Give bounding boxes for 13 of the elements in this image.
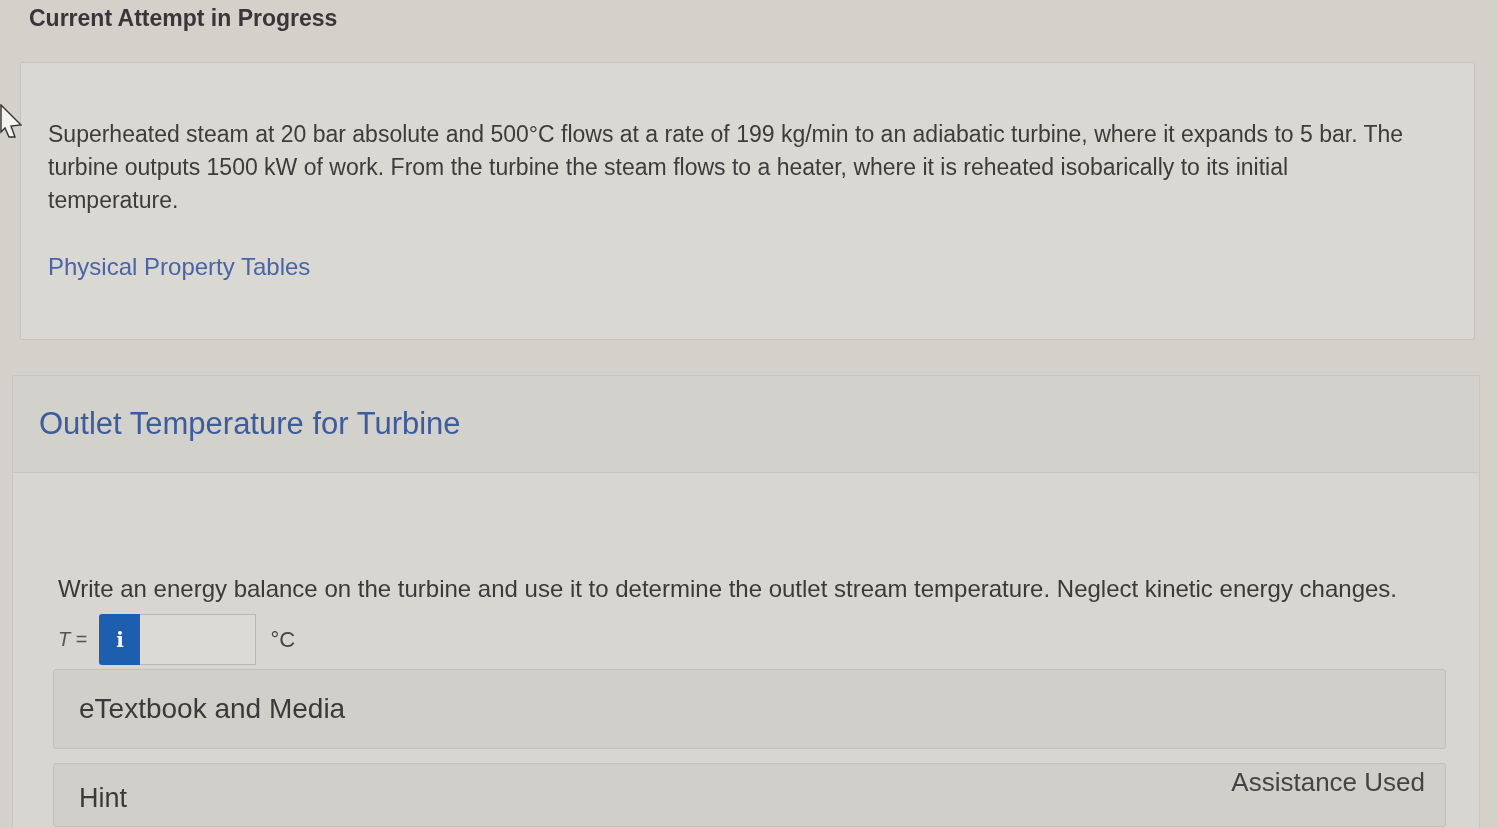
resource-toggle[interactable]: eTextbook and Media: [53, 669, 1446, 749]
answer-field[interactable]: [140, 614, 257, 665]
problem-statement: Superheated steam at 20 bar absolute and 500°C flows at a rate of 199 kg/min to an adiabatic turbine, where it expands to 5 bar. The turbine outputs 1500 kW of work. From the turbine the steam flows to a heater, where it is reheated isobarically to its initial temperature.: [48, 120, 1405, 215]
resource-toggle[interactable]: Hint Assistance Used: [53, 763, 1446, 827]
info-button[interactable]: i: [99, 614, 141, 665]
unit-label: °C: [270, 626, 296, 653]
question-text: Write an energy balance on the turbine and use it to determine the outlet stream temperature. Neglect kinetic energy changes.: [58, 574, 1398, 604]
assistance-status: Assistance Used: [1231, 767, 1425, 798]
property-tables-link[interactable]: Physical Property Tables: [48, 250, 311, 283]
variable-label: T =: [58, 628, 88, 651]
part-title: Outlet Temperature for Turbine: [39, 405, 461, 443]
cursor-icon: [0, 104, 22, 138]
page-heading: Current Attempt in Progress: [29, 4, 338, 32]
